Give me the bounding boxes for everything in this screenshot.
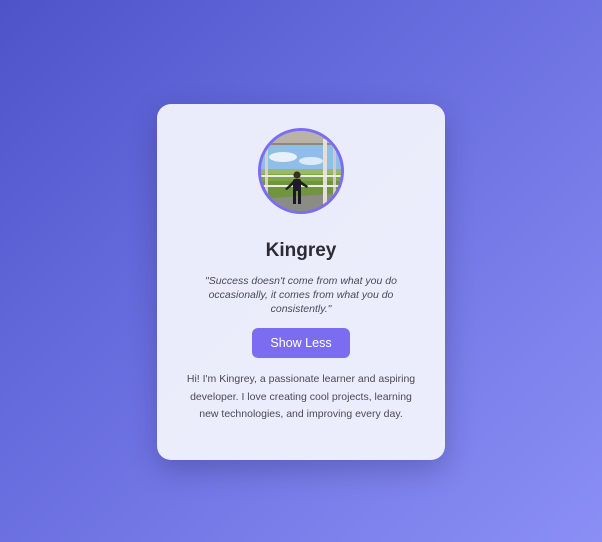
profile-bio: Hi! I'm Kingrey, a passionate learner an…	[186, 373, 416, 420]
profile-card: Kingrey "Success doesn't come from what …	[157, 104, 445, 460]
avatar	[258, 128, 344, 214]
show-less-button[interactable]: Show Less	[252, 328, 350, 358]
profile-name: Kingrey	[265, 240, 337, 261]
avatar-photo	[261, 131, 341, 211]
profile-quote: "Success doesn't come from what you do o…	[205, 275, 397, 315]
